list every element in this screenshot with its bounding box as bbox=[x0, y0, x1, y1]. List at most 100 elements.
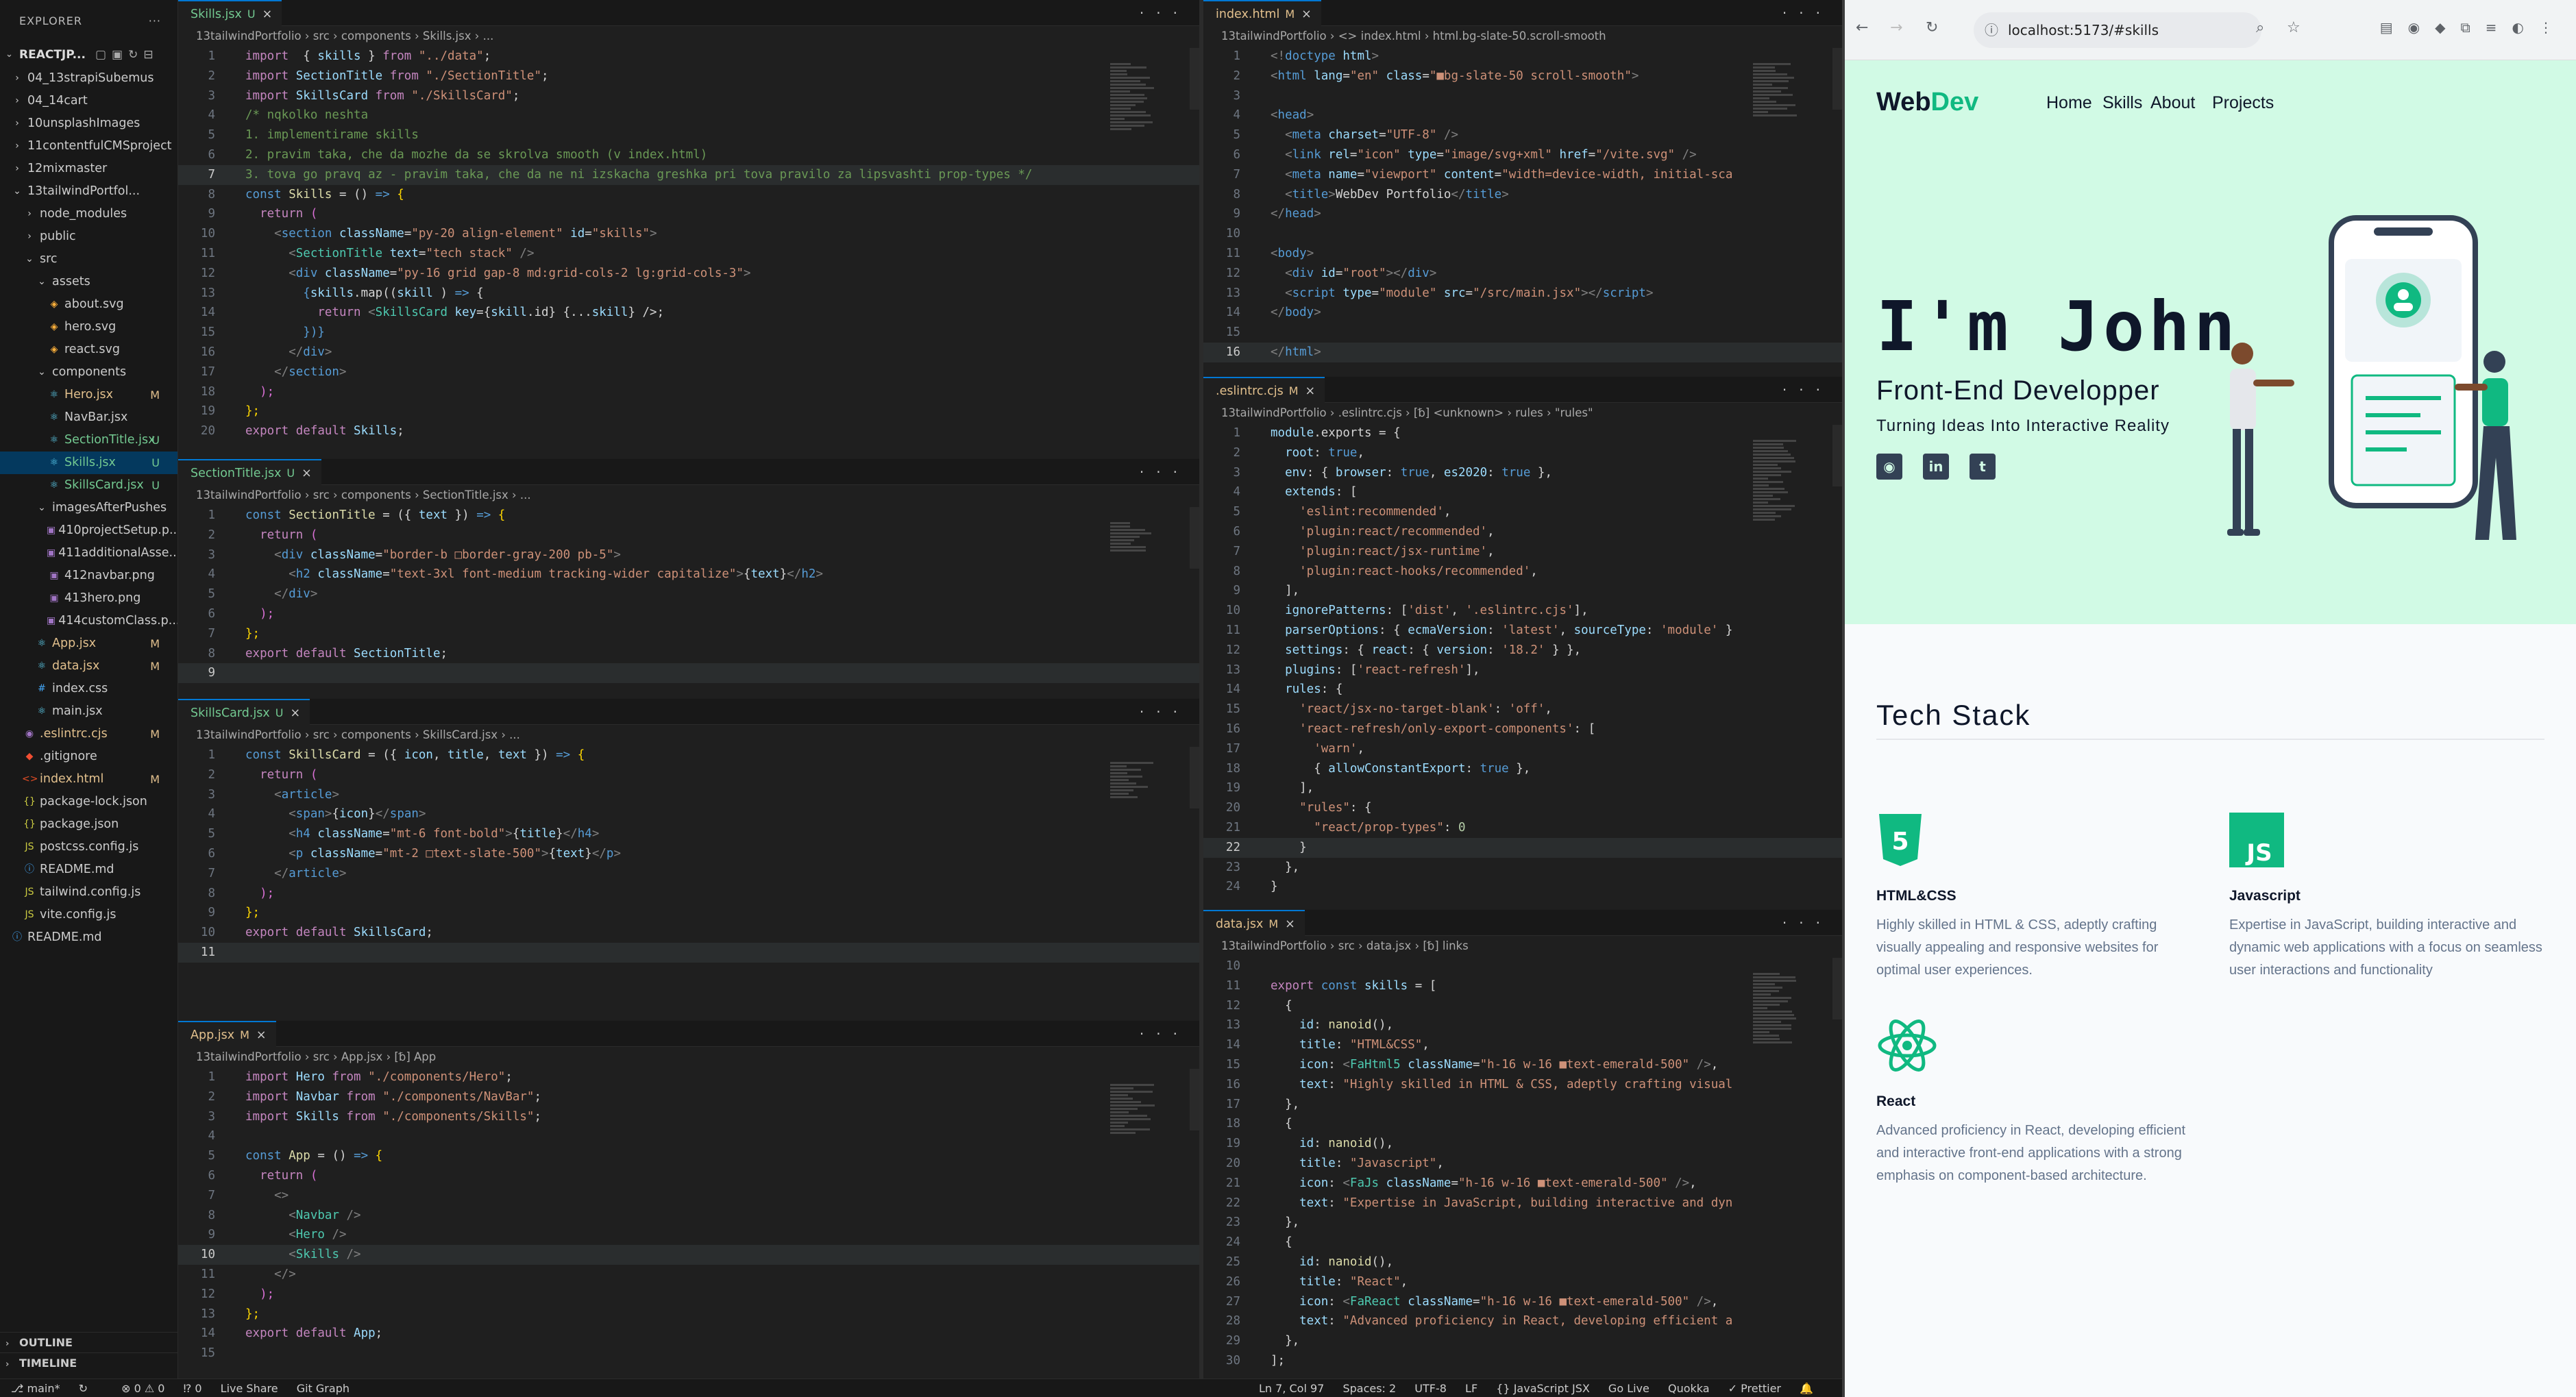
file-item[interactable]: ⚛ Hero.jsx M bbox=[0, 384, 177, 406]
scrollbar[interactable] bbox=[1190, 747, 1199, 808]
editor-tab[interactable]: SkillsCard.jsx U × bbox=[178, 699, 310, 725]
linkedin-icon[interactable]: in bbox=[1923, 454, 1949, 480]
editor-eslintrc[interactable]: .eslintrc.cjs M × ··· 13tailwindPortfolio › … bbox=[1203, 377, 1842, 908]
minimap[interactable] bbox=[1110, 62, 1158, 132]
file-item[interactable]: ⚛ main.jsx bbox=[0, 700, 177, 723]
editor-tab[interactable]: App.jsx M × bbox=[178, 1021, 276, 1047]
code-area[interactable]: 10 11 export const skills = [12 {13 id: na… bbox=[1203, 956, 1842, 1371]
close-icon[interactable]: × bbox=[1305, 384, 1316, 398]
close-icon[interactable]: × bbox=[1301, 8, 1312, 21]
editor-actions-icon[interactable]: ··· bbox=[1140, 0, 1190, 26]
file-item[interactable]: <> index.html M bbox=[0, 768, 177, 791]
file-item[interactable]: ⚛ App.jsx M bbox=[0, 632, 177, 655]
live-share-button[interactable]: Live Share bbox=[221, 1382, 278, 1395]
minimap[interactable] bbox=[1753, 972, 1801, 1045]
editor-actions-icon[interactable]: ··· bbox=[1140, 1021, 1190, 1047]
nav-link-projects[interactable]: Projects bbox=[2212, 93, 2274, 113]
folder-item[interactable]: › public bbox=[0, 225, 177, 248]
scrollbar[interactable] bbox=[1190, 48, 1199, 110]
file-item[interactable]: ▣ 411additionalAsse... bbox=[0, 542, 177, 565]
code-area[interactable]: 1 import Hero from "./components/Hero"; 2 i… bbox=[178, 1067, 1199, 1363]
file-item[interactable]: ▣ 414customClass.p... bbox=[0, 610, 177, 632]
editor-skills[interactable]: Skills.jsx U × ··· 13tailwindPortfolio › src… bbox=[178, 0, 1199, 458]
minimap[interactable] bbox=[1110, 521, 1158, 553]
editor-actions-icon[interactable]: ··· bbox=[1140, 699, 1190, 725]
editor-app[interactable]: App.jsx M × ··· 13tailwindPortfolio › src › … bbox=[178, 1021, 1199, 1379]
folder-item[interactable]: ⌄ src bbox=[0, 248, 177, 271]
breadcrumb[interactable]: 13tailwindPortfolio › src › App.jsx › [␢… bbox=[178, 1047, 1199, 1067]
problems-indicator[interactable]: ⊗ 0 ⚠ 0 bbox=[121, 1382, 164, 1395]
editor-tab[interactable]: Skills.jsx U × bbox=[178, 0, 282, 26]
file-item[interactable]: JS vite.config.js bbox=[0, 904, 177, 926]
file-item[interactable]: ⚛ SectionTitle.jsx U bbox=[0, 429, 177, 452]
explorer-actions-icon[interactable]: ▢▣↻⊟ bbox=[95, 42, 159, 67]
code-area[interactable]: 1 <!doctype html> 2 <html lang="en" class="… bbox=[1203, 47, 1842, 362]
editor-tab[interactable]: SectionTitle.jsx U × bbox=[178, 459, 321, 485]
address-bar[interactable]: ⓘ localhost:5173/#skills bbox=[1974, 12, 2261, 48]
minimap[interactable] bbox=[1110, 761, 1158, 800]
language-mode[interactable]: {} JavaScript JSX bbox=[1496, 1382, 1590, 1395]
breadcrumb[interactable]: 13tailwindPortfolio › src › components ›… bbox=[178, 485, 1199, 506]
editor-actions-icon[interactable]: ··· bbox=[1782, 910, 1832, 936]
file-item[interactable]: {} package.json bbox=[0, 813, 177, 836]
workspace-root[interactable]: ⌄ REACTJP... ▢▣↻⊟ bbox=[0, 42, 177, 67]
encoding[interactable]: UTF-8 bbox=[1414, 1382, 1447, 1395]
scrollbar[interactable] bbox=[1832, 48, 1842, 110]
close-icon[interactable]: × bbox=[256, 1028, 267, 1042]
folder-item[interactable]: ⌄ 13tailwindPortfol... bbox=[0, 180, 177, 203]
editor-actions-icon[interactable]: ··· bbox=[1782, 377, 1832, 403]
site-info-icon[interactable]: ⓘ bbox=[1985, 12, 1998, 48]
outline-section[interactable]: › OUTLINE bbox=[0, 1332, 178, 1352]
prettier-button[interactable]: ✓ Prettier bbox=[1728, 1382, 1781, 1395]
file-item[interactable]: ⚛ data.jsx M bbox=[0, 655, 177, 678]
code-area[interactable]: 1 import { skills } from "../data"; 2 impor… bbox=[178, 47, 1199, 441]
reload-icon[interactable]: ↻ bbox=[1926, 19, 1938, 36]
code-area[interactable]: 1 const SectionTitle = ({ text }) => {2 r… bbox=[178, 506, 1199, 683]
eol[interactable]: LF bbox=[1465, 1382, 1477, 1395]
folder-item[interactable]: › 04_13strapiSubemus bbox=[0, 67, 177, 90]
editor-data[interactable]: data.jsx M × ··· 13tailwindPortfolio › src ›… bbox=[1203, 910, 1842, 1379]
bell-icon[interactable]: 🔔 bbox=[1800, 1382, 1813, 1395]
github-icon[interactable]: ◉ bbox=[1876, 454, 1902, 480]
file-item[interactable]: ▣ 412navbar.png bbox=[0, 565, 177, 587]
indentation[interactable]: Spaces: 2 bbox=[1342, 1382, 1396, 1395]
file-item[interactable]: ⚛ Skills.jsx U bbox=[0, 452, 177, 474]
editor-divider[interactable] bbox=[1199, 0, 1203, 1379]
file-item[interactable]: JS postcss.config.js bbox=[0, 836, 177, 858]
file-item[interactable]: ◈ about.svg bbox=[0, 293, 177, 316]
file-item[interactable]: ◉ .eslintrc.cjs M bbox=[0, 723, 177, 745]
minimap[interactable] bbox=[1110, 1083, 1158, 1135]
editor-index-html[interactable]: index.html M × ··· 13tailwindPortfolio › <> … bbox=[1203, 0, 1842, 375]
breadcrumb[interactable]: 13tailwindPortfolio › src › components ›… bbox=[178, 26, 1199, 47]
file-item[interactable]: ▣ 413hero.png bbox=[0, 587, 177, 610]
editor-actions-icon[interactable]: ··· bbox=[1782, 0, 1832, 26]
editor-skillscard[interactable]: SkillsCard.jsx U × ··· 13tailwindPortfolio ›… bbox=[178, 699, 1199, 1019]
file-item[interactable]: ◆ .gitignore bbox=[0, 745, 177, 768]
forward-icon[interactable]: → bbox=[1890, 19, 1902, 36]
zoom-icon[interactable]: ⌕ bbox=[2256, 19, 2264, 36]
folder-item[interactable]: › 04_14cart bbox=[0, 90, 177, 112]
editor-tab[interactable]: index.html M × bbox=[1203, 0, 1321, 26]
editor-sectiontitle[interactable]: SectionTitle.jsx U × ··· 13tailwindPortfolio… bbox=[178, 459, 1199, 697]
folder-item[interactable]: ⌄ imagesAfterPushes bbox=[0, 497, 177, 519]
folder-item[interactable]: › 12mixmaster bbox=[0, 158, 177, 180]
file-item[interactable]: JS tailwind.config.js bbox=[0, 881, 177, 904]
folder-item[interactable]: ⌄ assets bbox=[0, 271, 177, 293]
breadcrumb[interactable]: 13tailwindPortfolio › src › components ›… bbox=[178, 725, 1199, 745]
minimap[interactable] bbox=[1753, 62, 1801, 118]
nav-link-skills[interactable]: Skills bbox=[2102, 93, 2142, 113]
file-item[interactable]: ⓘ README.md bbox=[0, 926, 177, 949]
timeline-section[interactable]: › TIMELINE bbox=[0, 1352, 178, 1373]
code-area[interactable]: 1 const SkillsCard = ({ icon, title, text… bbox=[178, 745, 1199, 963]
file-item[interactable]: # index.css bbox=[0, 678, 177, 700]
file-item[interactable]: ⚛ SkillsCard.jsx U bbox=[0, 474, 177, 497]
file-item[interactable]: ⓘ README.md bbox=[0, 858, 177, 881]
go-live-button[interactable]: Go Live bbox=[1608, 1382, 1649, 1395]
file-item[interactable]: ◈ hero.svg bbox=[0, 316, 177, 338]
close-icon[interactable]: × bbox=[1285, 917, 1295, 931]
file-item[interactable]: ⚛ NavBar.jsx bbox=[0, 406, 177, 429]
extension-icons[interactable]: ▤◉◆⧉≡◐⋮ bbox=[2380, 19, 2568, 36]
twitter-icon[interactable]: t bbox=[1970, 454, 1996, 480]
scrollbar[interactable] bbox=[1190, 507, 1199, 569]
quokka-button[interactable]: Quokka bbox=[1668, 1382, 1710, 1395]
